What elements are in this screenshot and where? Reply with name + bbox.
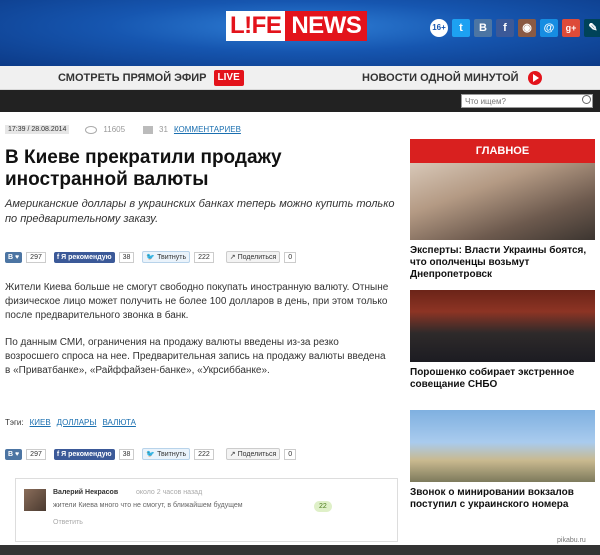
livejournal-icon[interactable]: ✎ [584, 19, 600, 37]
watermark: pikabu.ru [557, 537, 586, 544]
comments-link[interactable]: КОММЕНТАРИЕВ [174, 125, 241, 134]
sidebar-heading: ГЛАВНОЕ [410, 139, 595, 163]
news-headline[interactable]: Эксперты: Власти Украины боятся, что опо… [410, 245, 595, 281]
comment-author[interactable]: Валерий Некрасов [53, 489, 118, 496]
play-icon [527, 71, 542, 86]
comments-icon [143, 125, 154, 134]
tweet-button[interactable]: 🐦 Твитнуть [142, 251, 191, 263]
comment-time: около 2 часов назад [136, 489, 203, 496]
vk-share-button[interactable]: В ♥ [5, 251, 23, 263]
share-count: 0 [284, 448, 297, 460]
fb-recommend-count: 38 [118, 251, 135, 263]
share-button[interactable]: ↗ Поделиться [225, 448, 281, 460]
news-headline[interactable]: Звонок о минировании вокзалов поступил с… [410, 487, 595, 511]
share-row-top: В ♥ 297 f Я рекомендую 38 🐦 Твитнуть 222… [5, 251, 297, 263]
comment-text: жители Киева много что не смогут, в ближ… [53, 502, 243, 509]
live-stream-label: СМОТРЕТЬ ПРЯМОЙ ЭФИР [58, 72, 207, 84]
article-title: В Киеве прекратили продажу иностранной в… [5, 147, 282, 190]
search-icon[interactable] [582, 95, 591, 104]
social-links: 16+ t В f ◉ @ g+ ✎ ok [430, 19, 600, 37]
share-row-bottom: В ♥ 297 f Я рекомендую 38 🐦 Твитнуть 222… [5, 448, 297, 460]
article-tags: Тэги: КИЕВ ДОЛЛАРЫ ВАЛЮТА [5, 418, 136, 427]
tags-label: Тэги: [5, 418, 24, 427]
site-logo[interactable]: L!FE NEWS [226, 11, 376, 41]
age-rating-badge: 16+ [430, 19, 448, 37]
news-thumbnail[interactable] [410, 290, 595, 362]
article-meta: 17:39 / 28.08.2014 11605 31 КОММЕНТАРИЕВ [5, 125, 241, 134]
fb-recommend-button[interactable]: f Я рекомендую [53, 251, 115, 263]
comment-item: Валерий Некрасов около 2 часов назад жит… [15, 478, 398, 542]
top-nav: СМОТРЕТЬ ПРЯМОЙ ЭФИР LIVE НОВОСТИ ОДНОЙ … [0, 66, 600, 90]
news-headline[interactable]: Порошенко собирает экстренное совещание … [410, 367, 595, 391]
article-paragraph-1: Жители Киева больше не смогут свободно п… [5, 282, 389, 321]
comment-votes[interactable]: 22 [314, 501, 332, 512]
sidebar-news-item[interactable]: Порошенко собирает экстренное совещание … [410, 290, 595, 391]
share-count: 0 [284, 251, 297, 263]
news-thumbnail[interactable] [410, 410, 595, 482]
vk-share-count: 297 [26, 448, 46, 460]
tweet-count: 222 [194, 251, 214, 263]
article-lead: Американские доллары в украинских банках… [5, 198, 395, 225]
share-button[interactable]: ↗ Поделиться [225, 251, 281, 263]
publish-date: 17:39 / 28.08.2014 [5, 125, 70, 134]
reply-link[interactable]: Ответить [53, 519, 83, 526]
instagram-icon[interactable]: ◉ [518, 19, 536, 37]
tag-link[interactable]: ДОЛЛАРЫ [57, 418, 97, 427]
sidebar-news-item[interactable]: Звонок о минировании вокзалов поступил с… [410, 410, 595, 511]
news-thumbnail[interactable] [410, 163, 595, 240]
mailru-icon[interactable]: @ [540, 19, 558, 37]
live-badge: LIVE [213, 70, 244, 87]
tweet-button[interactable]: 🐦 Твитнуть [142, 448, 191, 460]
logo-life: L!FE [226, 11, 286, 41]
vk-share-button[interactable]: В ♥ [5, 448, 23, 460]
search-bar [0, 90, 600, 112]
avatar[interactable] [24, 489, 46, 511]
fb-recommend-button[interactable]: f Я рекомендую [53, 448, 115, 460]
article-paragraph-2: По данным СМИ, ограничения на продажу ва… [5, 337, 386, 376]
views-count: 11605 [103, 125, 126, 134]
googleplus-icon[interactable]: g+ [562, 19, 580, 37]
vk-icon[interactable]: В [474, 19, 492, 37]
logo-news: NEWS [285, 11, 368, 41]
fb-recommend-count: 38 [118, 448, 135, 460]
tweet-count: 222 [194, 448, 214, 460]
news-minute-label: НОВОСТИ ОДНОЙ МИНУТОЙ [362, 72, 519, 84]
tag-link[interactable]: КИЕВ [30, 418, 51, 427]
facebook-icon[interactable]: f [496, 19, 514, 37]
news-minute-link[interactable]: НОВОСТИ ОДНОЙ МИНУТОЙ [362, 66, 542, 90]
comments-count: 31 [159, 125, 168, 134]
search-input[interactable] [461, 94, 593, 108]
vk-share-count: 297 [26, 251, 46, 263]
views-icon [85, 125, 98, 134]
twitter-icon[interactable]: t [452, 19, 470, 37]
tag-link[interactable]: ВАЛЮТА [102, 418, 135, 427]
site-header: L!FE NEWS 16+ t В f ◉ @ g+ ✎ ok [0, 0, 600, 66]
bottom-bar [0, 545, 600, 555]
live-stream-link[interactable]: СМОТРЕТЬ ПРЯМОЙ ЭФИР LIVE [58, 66, 244, 90]
sidebar-news-item[interactable]: Эксперты: Власти Украины боятся, что опо… [410, 163, 595, 281]
